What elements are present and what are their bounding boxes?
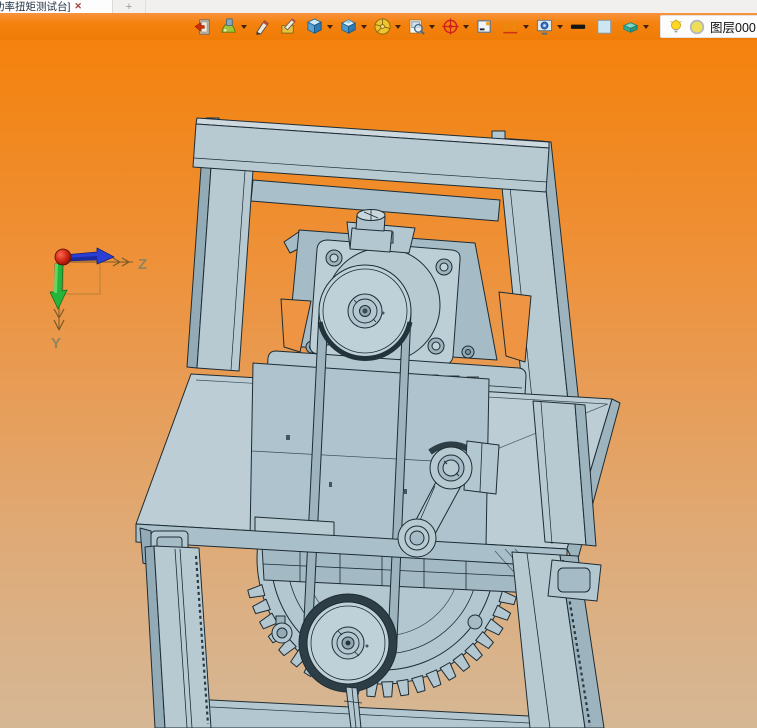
material-tool[interactable] xyxy=(218,16,247,37)
doc-zoom-icon[interactable] xyxy=(406,16,427,37)
pie-wheel-icon[interactable] xyxy=(372,16,393,37)
cad-application-window: 功率扭矩测试台] ✕ + 图层000 Z Y xyxy=(0,0,757,728)
frame-dot-icon[interactable] xyxy=(474,16,495,37)
doc-zoom-dropdown-caret[interactable] xyxy=(429,24,435,29)
3d-viewport[interactable]: Z Y xyxy=(0,40,757,728)
target-icon[interactable] xyxy=(440,16,461,37)
left-leg xyxy=(144,545,212,728)
doc-zoom-tool[interactable] xyxy=(406,16,435,37)
layer-visibility-bulb-icon[interactable] xyxy=(665,16,686,37)
wedge-dropdown-caret[interactable] xyxy=(643,24,649,29)
pie-wheel-tool[interactable] xyxy=(372,16,401,37)
sketch-box-tool[interactable] xyxy=(278,16,299,37)
monitor-gear-icon[interactable] xyxy=(534,16,555,37)
driven-pulley xyxy=(298,593,398,693)
cube-icon[interactable] xyxy=(304,16,325,37)
gear-bolt-hole xyxy=(467,614,483,630)
clamp-icon[interactable] xyxy=(500,16,521,37)
coordinate-triad: Z Y xyxy=(49,247,147,352)
machine-model xyxy=(135,117,621,728)
current-layer-name[interactable]: 图层000 xyxy=(710,17,756,36)
target-tool[interactable] xyxy=(440,16,469,37)
sketch-box-icon[interactable] xyxy=(278,16,299,37)
origin-ball xyxy=(54,248,72,266)
pie-wheel-dropdown-caret[interactable] xyxy=(395,24,401,29)
cube-half-dropdown-caret[interactable] xyxy=(361,24,367,29)
motor-pulley xyxy=(317,264,413,361)
color-swatch-tool[interactable] xyxy=(594,16,615,37)
main-toolbar: 图层000 xyxy=(0,13,757,40)
layer-color-circle-icon[interactable] xyxy=(686,16,707,37)
cube-tool[interactable] xyxy=(304,16,333,37)
cube-dropdown-caret[interactable] xyxy=(327,24,333,29)
model-canvas: Z Y xyxy=(49,117,621,728)
motor-connector-box xyxy=(349,227,393,253)
color-swatch-icon[interactable] xyxy=(594,16,615,37)
clamp-dropdown-caret[interactable] xyxy=(523,24,529,29)
cube-half-tool[interactable] xyxy=(338,16,367,37)
y-axis-arrow xyxy=(49,263,68,310)
new-tab-button[interactable]: + xyxy=(113,0,146,13)
clamp-tool[interactable] xyxy=(500,16,529,37)
line-width-tool[interactable] xyxy=(568,16,589,37)
active-document-tab[interactable]: 功率扭矩测试台] ✕ xyxy=(0,0,113,13)
exit-door-icon[interactable] xyxy=(192,16,213,37)
document-tab-bar: 功率扭矩测试台] ✕ + xyxy=(0,0,757,13)
target-dropdown-caret[interactable] xyxy=(463,24,469,29)
layer-panel[interactable]: 图层000 xyxy=(660,15,757,38)
wedge-icon[interactable] xyxy=(620,16,641,37)
tab-close-icon[interactable]: ✕ xyxy=(74,1,82,12)
pencil-tool[interactable] xyxy=(252,16,273,37)
toolbar-icon-group xyxy=(192,16,654,37)
cube-half-icon[interactable] xyxy=(338,16,359,37)
exit-door-tool[interactable] xyxy=(192,16,213,37)
material-dropdown-caret[interactable] xyxy=(241,24,247,29)
z-axis-label: Z xyxy=(138,256,147,273)
wedge-tool[interactable] xyxy=(620,16,649,37)
bottom-beam xyxy=(190,698,550,728)
y-axis-label: Y xyxy=(51,335,61,352)
material-icon[interactable] xyxy=(218,16,239,37)
pencil-icon[interactable] xyxy=(252,16,273,37)
tab-title: 功率扭矩测试台] xyxy=(0,1,71,13)
line-width-icon[interactable] xyxy=(568,16,589,37)
frame-dot-tool[interactable] xyxy=(474,16,495,37)
monitor-gear-dropdown-caret[interactable] xyxy=(557,24,563,29)
monitor-gear-tool[interactable] xyxy=(534,16,563,37)
